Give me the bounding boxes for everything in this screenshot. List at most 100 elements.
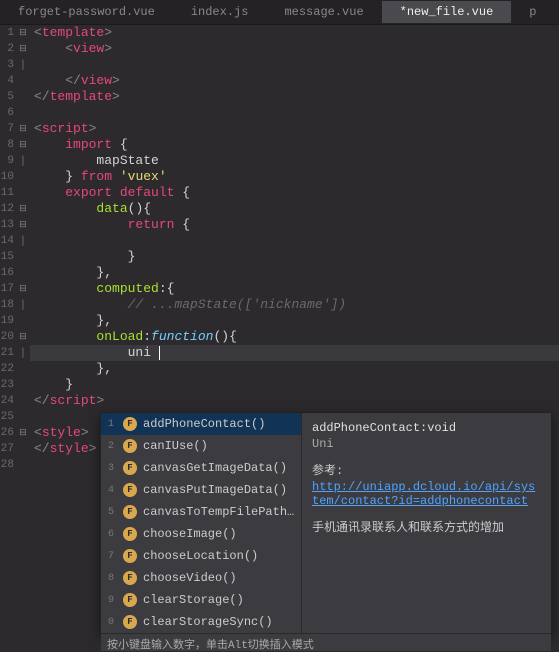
fold-marker[interactable]: ⊟ bbox=[16, 281, 30, 297]
editor: 1234567891011121314151617181920212223242… bbox=[0, 25, 559, 640]
code-line[interactable] bbox=[34, 105, 559, 121]
line-number: 25 bbox=[0, 409, 14, 425]
line-number: 8 bbox=[0, 137, 14, 153]
fold-marker bbox=[16, 73, 30, 89]
code-line[interactable]: }, bbox=[34, 265, 559, 281]
line-number: 19 bbox=[0, 313, 14, 329]
autocomplete-item[interactable]: 7FchooseLocation() bbox=[101, 545, 301, 567]
code-line[interactable] bbox=[34, 233, 559, 249]
text-cursor bbox=[159, 346, 160, 360]
line-number: 1 bbox=[0, 25, 14, 41]
line-number: 9 bbox=[0, 153, 14, 169]
autocomplete-item[interactable]: 4FcanvasPutImageData() bbox=[101, 479, 301, 501]
code-line[interactable]: export default { bbox=[34, 185, 559, 201]
code-line[interactable]: data(){ bbox=[34, 201, 559, 217]
fold-marker bbox=[16, 105, 30, 121]
line-number: 23 bbox=[0, 377, 14, 393]
doc-subtitle: Uni bbox=[312, 437, 541, 451]
code-line[interactable]: return { bbox=[34, 217, 559, 233]
item-label: chooseImage() bbox=[143, 527, 237, 541]
item-label: canvasPutImageData() bbox=[143, 483, 287, 497]
line-number: 27 bbox=[0, 441, 14, 457]
code-line[interactable]: <script> bbox=[34, 121, 559, 137]
fold-marker: │ bbox=[16, 345, 30, 361]
code-line[interactable]: } bbox=[34, 249, 559, 265]
item-index: 5 bbox=[105, 507, 117, 518]
line-number: 17 bbox=[0, 281, 14, 297]
fold-marker bbox=[16, 441, 30, 457]
line-number: 21 bbox=[0, 345, 14, 361]
item-label: addPhoneContact() bbox=[143, 417, 265, 431]
autocomplete-item[interactable]: 1FaddPhoneContact() bbox=[101, 413, 301, 435]
line-number: 18 bbox=[0, 297, 14, 313]
tab[interactable]: forget-password.vue bbox=[0, 1, 173, 23]
line-number: 4 bbox=[0, 73, 14, 89]
fold-marker bbox=[16, 377, 30, 393]
code-line[interactable]: } from 'vuex' bbox=[34, 169, 559, 185]
fold-marker[interactable]: ⊟ bbox=[16, 137, 30, 153]
fold-marker[interactable]: ⊟ bbox=[16, 41, 30, 57]
item-label: canvasGetImageData() bbox=[143, 461, 287, 475]
code-line[interactable]: </script> bbox=[34, 393, 559, 409]
line-number: 15 bbox=[0, 249, 14, 265]
tab[interactable]: index.js bbox=[173, 1, 267, 23]
autocomplete-item[interactable]: 5FcanvasToTempFilePath… bbox=[101, 501, 301, 523]
autocomplete-item[interactable]: 6FchooseImage() bbox=[101, 523, 301, 545]
fold-marker bbox=[16, 457, 30, 473]
autocomplete-popup: 1FaddPhoneContact()2FcanIUse()3FcanvasGe… bbox=[100, 412, 552, 634]
function-icon: F bbox=[123, 483, 137, 497]
function-icon: F bbox=[123, 461, 137, 475]
doc-link[interactable]: http://uniapp.dcloud.io/api/system/conta… bbox=[312, 480, 541, 508]
tab-bar: forget-password.vueindex.jsmessage.vue*n… bbox=[0, 0, 559, 25]
line-gutter: 1234567891011121314151617181920212223242… bbox=[0, 25, 16, 640]
fold-marker[interactable]: ⊟ bbox=[16, 201, 30, 217]
code-line[interactable]: import { bbox=[34, 137, 559, 153]
fold-column: ⊟⊟│⊟⊟│⊟⊟│⊟│⊟│⊟ bbox=[16, 25, 30, 640]
code-line[interactable]: // ...mapState(['nickname']) bbox=[34, 297, 559, 313]
fold-marker[interactable]: ⊟ bbox=[16, 217, 30, 233]
fold-marker bbox=[16, 313, 30, 329]
code-line[interactable]: }, bbox=[34, 313, 559, 329]
code-line[interactable]: computed:{ bbox=[34, 281, 559, 297]
tab[interactable]: message.vue bbox=[266, 1, 381, 23]
autocomplete-item[interactable]: 3FcanvasGetImageData() bbox=[101, 457, 301, 479]
item-index: 7 bbox=[105, 551, 117, 562]
fold-marker[interactable]: ⊟ bbox=[16, 25, 30, 41]
function-icon: F bbox=[123, 571, 137, 585]
item-label: chooseVideo() bbox=[143, 571, 237, 585]
code-line[interactable]: </view> bbox=[34, 73, 559, 89]
line-number: 20 bbox=[0, 329, 14, 345]
item-label: clearStorageSync() bbox=[143, 615, 273, 629]
fold-marker: │ bbox=[16, 233, 30, 249]
code-line[interactable]: mapState bbox=[34, 153, 559, 169]
autocomplete-item[interactable]: 0FclearStorageSync() bbox=[101, 611, 301, 633]
line-number: 26 bbox=[0, 425, 14, 441]
tab[interactable]: *new_file.vue bbox=[382, 1, 512, 23]
code-line[interactable] bbox=[34, 57, 559, 73]
doc-title: addPhoneContact:void bbox=[312, 421, 541, 435]
item-index: 3 bbox=[105, 463, 117, 474]
code-line[interactable]: }, bbox=[34, 361, 559, 377]
code-line[interactable]: <template> bbox=[34, 25, 559, 41]
autocomplete-item[interactable]: 8FchooseVideo() bbox=[101, 567, 301, 589]
fold-marker[interactable]: ⊟ bbox=[16, 425, 30, 441]
function-icon: F bbox=[123, 549, 137, 563]
autocomplete-item[interactable]: 9FclearStorage() bbox=[101, 589, 301, 611]
code-line[interactable]: <view> bbox=[34, 41, 559, 57]
function-icon: F bbox=[123, 615, 137, 629]
tab[interactable]: p bbox=[511, 1, 554, 23]
line-number: 10 bbox=[0, 169, 14, 185]
item-index: 2 bbox=[105, 441, 117, 452]
fold-marker: │ bbox=[16, 153, 30, 169]
autocomplete-item[interactable]: 2FcanIUse() bbox=[101, 435, 301, 457]
code-line[interactable]: onLoad:function(){ bbox=[34, 329, 559, 345]
code-line[interactable]: uni bbox=[34, 345, 559, 361]
code-line[interactable]: </template> bbox=[34, 89, 559, 105]
fold-marker[interactable]: ⊟ bbox=[16, 329, 30, 345]
fold-marker: │ bbox=[16, 297, 30, 313]
code-line[interactable]: } bbox=[34, 377, 559, 393]
fold-marker[interactable]: ⊟ bbox=[16, 121, 30, 137]
line-number: 11 bbox=[0, 185, 14, 201]
fold-marker: │ bbox=[16, 57, 30, 73]
doc-description: 手机通讯录联系人和联系方式的增加 bbox=[312, 518, 541, 535]
